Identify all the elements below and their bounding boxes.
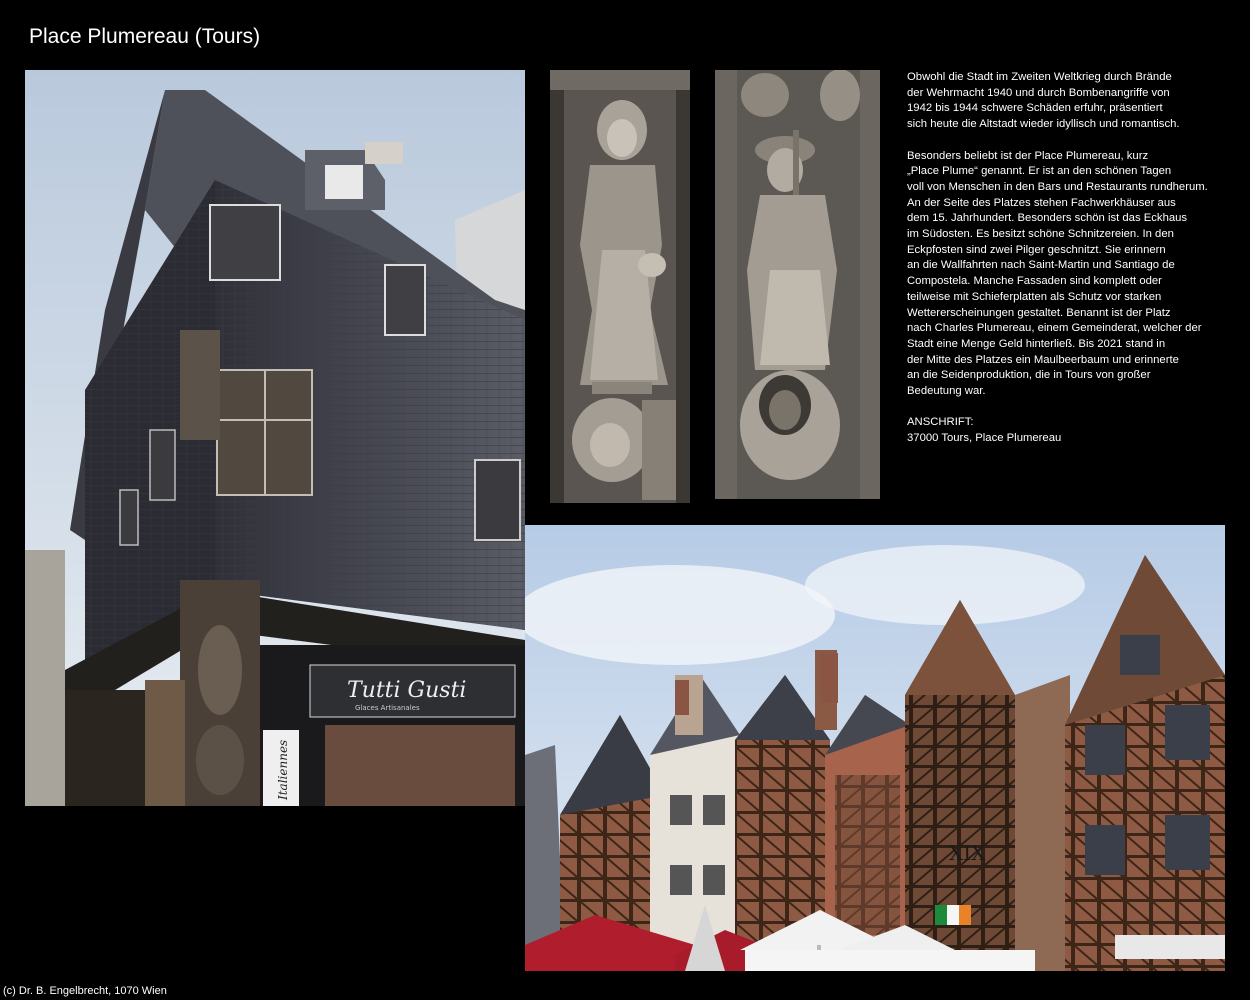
text-line: Compostela. Manche Fassaden sind komplet… (907, 275, 1162, 288)
text-line: im Südosten. Es besitzt schöne Schnitzer… (907, 228, 1174, 241)
text-line: nach Charles Plumereau, einem Gemeindera… (907, 322, 1202, 335)
address-value: 37000 Tours, Place Plumereau (907, 432, 1062, 445)
description-text: Obwohl die Stadt im Zweiten Weltkrieg du… (907, 70, 1242, 463)
square-photo-image: XIX (525, 525, 1225, 971)
text-line: Obwohl die Stadt im Zweiten Weltkrieg du… (907, 71, 1172, 83)
facade-mark-text: XIX (949, 841, 986, 865)
shop-sign-text: Tutti Gusti (347, 678, 466, 703)
text-line: 1942 bis 1944 schwere Schäden erfuhr, pr… (907, 102, 1163, 115)
text-line: Wettererscheinungen gestaltet. Benannt i… (907, 306, 1171, 319)
description-paragraph-1: Obwohl die Stadt im Zweiten Weltkrieg du… (907, 70, 1242, 133)
pilgrim-carving-photo-1 (550, 70, 690, 503)
text-line: teilweise mit Schieferplatten als Schutz… (907, 290, 1162, 303)
house-photo: Tutti Gusti Glaces Artisanales Italienne… (25, 70, 525, 806)
text-line: „Place Plume“ genannt. Er ist an den sch… (907, 165, 1172, 178)
address-label: ANSCHRIFT: (907, 416, 974, 429)
square-photo: XIX (525, 525, 1225, 971)
pilgrim-carving-image-1 (550, 70, 690, 503)
text-line: Eckpfosten sind zwei Pilger geschnitzt. … (907, 243, 1166, 256)
house-photo-image: Tutti Gusti Glaces Artisanales Italienne… (25, 70, 525, 806)
text-line: Stadt eine Menge Geld hinterließ. Bis 20… (907, 337, 1166, 350)
text-line: sich heute die Altstadt wieder idyllisch… (907, 118, 1180, 131)
text-line: Besonders beliebt ist der Place Plumerea… (907, 149, 1149, 162)
text-line: an die Wallfahrten nach Saint-Martin und… (907, 259, 1175, 272)
text-line: Bedeutung war. (907, 385, 986, 398)
text-line: der Wehrmacht 1940 und durch Bombenangri… (907, 86, 1170, 99)
page-title: Place Plumereau (Tours) (29, 25, 261, 48)
shop-subsign-text: Glaces Artisanales (355, 704, 420, 712)
text-line: dem 15. Jahrhundert. Besonders schön ist… (907, 212, 1188, 225)
pilgrim-carving-image-2 (715, 70, 880, 499)
text-line: An der Seite des Platzes stehen Fachwerk… (907, 196, 1176, 209)
address-block: ANSCHRIFT: 37000 Tours, Place Plumereau (907, 415, 1242, 446)
text-line: der Mitte des Platzes ein Maulbeerbaum u… (907, 353, 1179, 366)
text-line: an die Seidenproduktion, die in Tours vo… (907, 369, 1151, 382)
shop-banner-text: Italiennes (276, 740, 290, 801)
pilgrim-carving-photo-2 (715, 70, 880, 499)
text-line: voll von Menschen in den Bars und Restau… (907, 180, 1208, 193)
description-paragraph-2: Besonders beliebt ist der Place Plumerea… (907, 149, 1242, 400)
copyright-credit: (c) Dr. B. Engelbrecht, 1070 Wien (3, 985, 167, 997)
